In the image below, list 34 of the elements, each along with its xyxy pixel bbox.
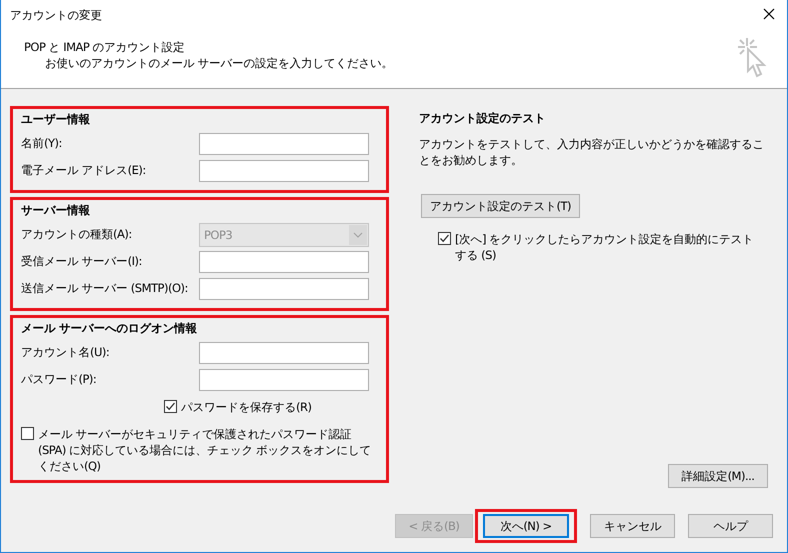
field-label: 受信メール サーバー(I): — [21, 254, 143, 269]
input-field[interactable] — [199, 160, 369, 182]
field-label: 電子メール アドレス(E): — [21, 163, 147, 178]
input-field[interactable] — [199, 132, 369, 154]
checkbox-label: [次へ] をクリックしたらアカウント設定を自動的にテストする (S) — [455, 231, 755, 263]
checkbox-label: メール サーバーがセキュリティで保護されたパスワード認証 (SPA) に対応している場合には、チェック ボックスをオンにしてください(Q) — [38, 426, 372, 474]
section-heading: アカウント設定のテスト — [419, 111, 546, 126]
checkbox[interactable] — [438, 232, 451, 245]
field-label: パスワード(P): — [21, 372, 98, 387]
checkbox-label: パスワードを保存する(R) — [181, 399, 312, 415]
chevron-down-icon — [353, 232, 363, 238]
field-label: 名前(Y): — [21, 136, 63, 151]
dialog-button[interactable]: キャンセル — [590, 514, 675, 538]
input-field[interactable] — [199, 342, 369, 364]
input-field[interactable] — [199, 368, 369, 390]
test-settings-button[interactable]: アカウント設定のテスト(T) — [421, 194, 580, 218]
field-label: 送信メール サーバー (SMTP)(O): — [21, 281, 189, 296]
section-heading: サーバー情報 — [21, 203, 91, 219]
page-subtitle: お使いのアカウントのメール サーバーの設定を入力してください。 — [45, 56, 394, 71]
checkbox[interactable] — [164, 400, 177, 413]
description-text: アカウントをテストして、入力内容が正しいかどうかを確認することをお勧めします。 — [419, 136, 765, 168]
section-heading: ユーザー情報 — [21, 112, 91, 128]
checkbox[interactable] — [21, 427, 34, 440]
field-label: アカウントの種類(A): — [21, 227, 133, 242]
section-heading: メール サーバーへのログオン情報 — [21, 321, 198, 337]
advanced-settings-button[interactable]: 詳細設定(M)... — [668, 464, 768, 488]
window-title: アカウントの変更 — [10, 8, 102, 22]
dialog-button[interactable]: 次へ(N) > — [483, 514, 569, 538]
dialog-button[interactable]: ヘルプ — [688, 514, 773, 538]
input-field[interactable] — [199, 250, 369, 272]
close-icon[interactable] — [763, 8, 775, 20]
page-heading: POP と IMAP のアカウント設定 — [24, 40, 186, 55]
input-field[interactable] — [199, 278, 369, 300]
field-label: アカウント名(U): — [21, 345, 110, 360]
